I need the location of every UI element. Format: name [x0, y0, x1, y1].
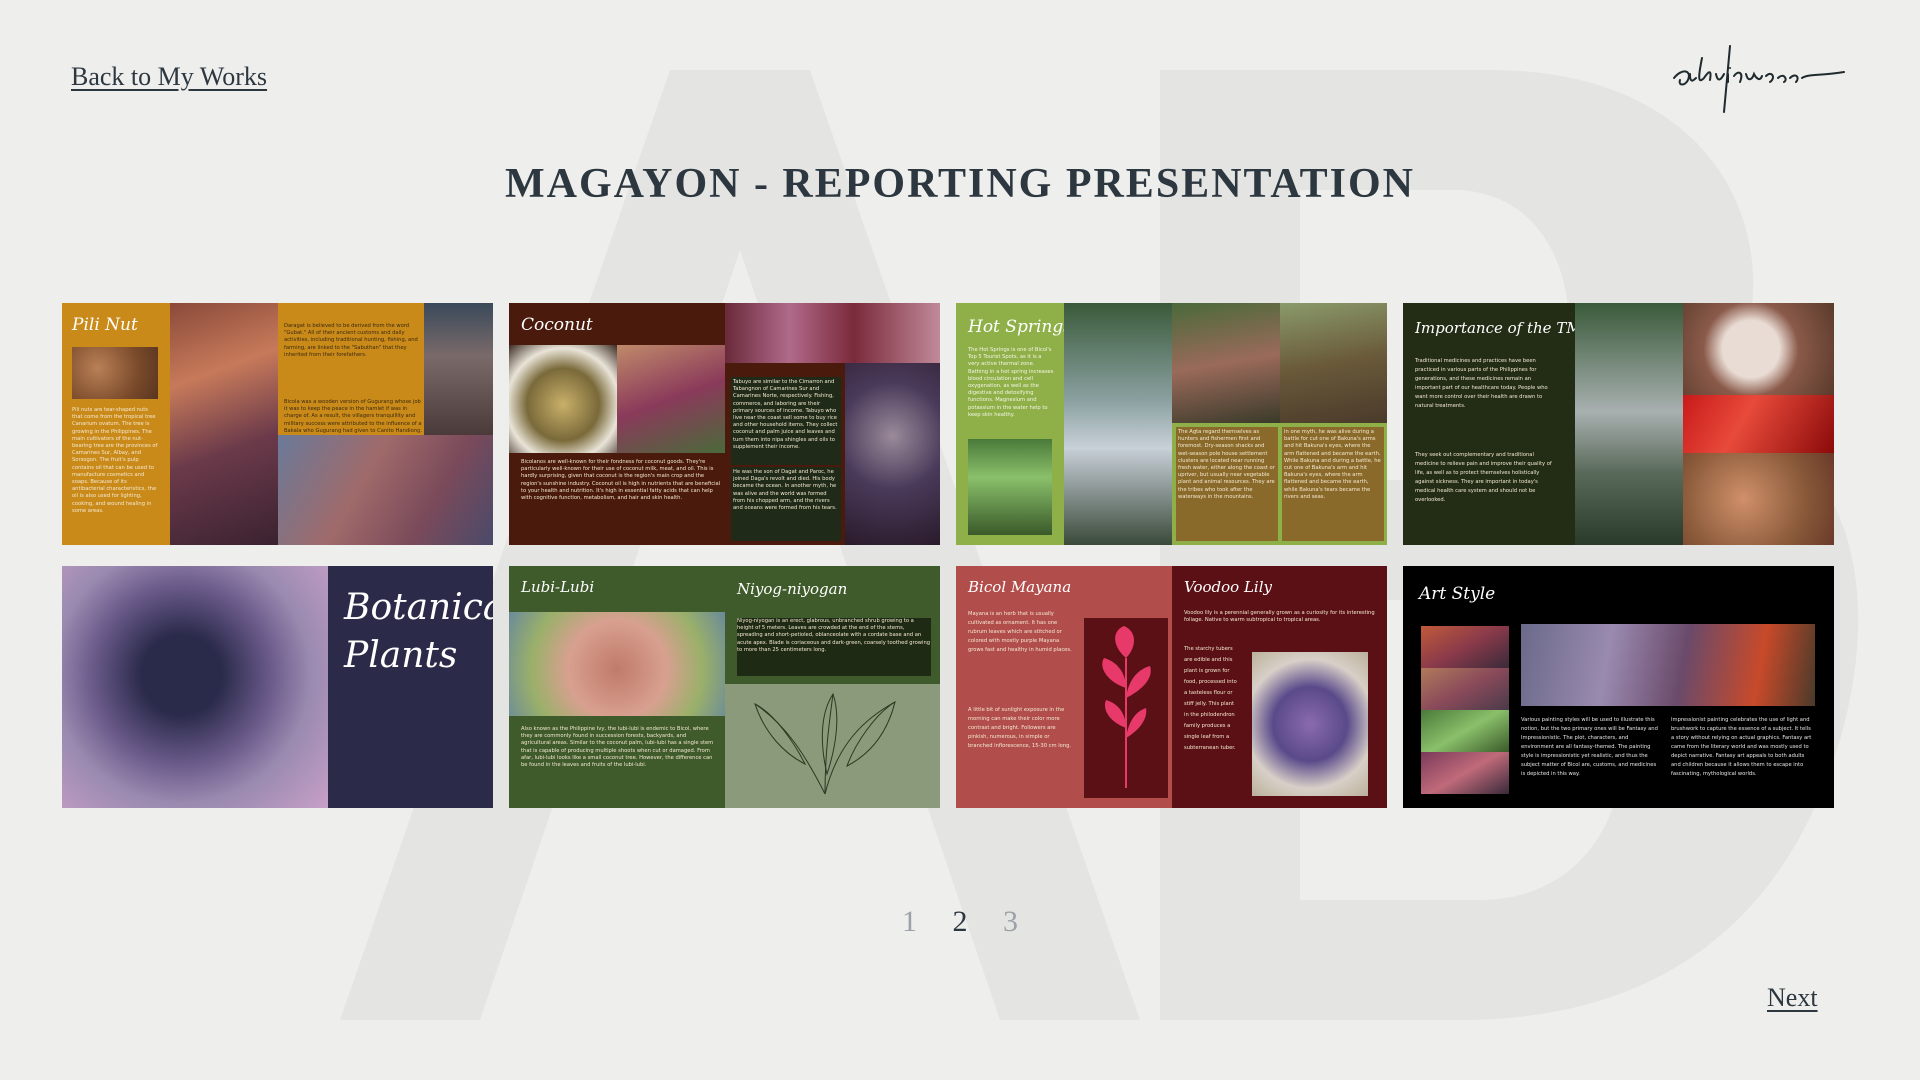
page-1-link[interactable]: 1	[902, 905, 917, 939]
slide-paragraph: The Hot Springs is one of Bicol's Top 5 …	[968, 347, 1054, 418]
deity-painting-image	[845, 363, 940, 545]
slide-paragraph: Tabuyo are similar to the Cimarron and T…	[731, 377, 841, 465]
market-painting-image	[170, 303, 278, 545]
god-painting-image	[1280, 303, 1387, 423]
slide-art-style[interactable]: Art Style Various painting styles will b…	[1403, 566, 1834, 808]
slide-paragraph: Various painting styles will be used to …	[1521, 717, 1658, 777]
slide-title: Lubi-Lubi	[521, 578, 595, 596]
art-thumbnail-3	[1421, 710, 1509, 752]
slide-importance-of-tmps[interactable]: Importance of the TMPs Traditional medic…	[1403, 303, 1834, 545]
slide-title: Hot Springs	[968, 317, 1072, 337]
art-thumbnail-2	[1421, 668, 1509, 710]
slide-paragraph: Also known as the Philippine Ivy, the lu…	[521, 726, 714, 769]
waterfall-painting-image	[1064, 303, 1172, 545]
slide-paragraph: Traditional medicines and practices have…	[1415, 358, 1548, 409]
slide-title: Bicol Mayana	[968, 578, 1072, 596]
slide-paragraph: Niyog-niyogan is an erect, glabrous, unb…	[737, 618, 931, 676]
slide-title: Art Style	[1419, 584, 1496, 604]
slide-gallery: Pili Nut Pili nuts are tear-shaped nuts …	[62, 303, 1834, 808]
dragon-painting-image	[1521, 624, 1815, 706]
river-painting-image	[1575, 303, 1683, 545]
flower-drawing-image	[509, 612, 725, 716]
coconut-oil-image	[509, 345, 617, 453]
slide-paragraph: Mayana is an herb that is usually cultiv…	[968, 611, 1072, 653]
slide-paragraph: He was the son of Dagat and Paroc, he jo…	[731, 467, 841, 541]
slide-title: Pili Nut	[72, 315, 138, 335]
slide-paragraph: Pili nuts are tear-shaped nuts that come…	[72, 407, 158, 514]
voodoo-lily-panel: Voodoo Lily Voodoo lily is a perennial g…	[1172, 566, 1387, 808]
maiden-painting-image	[1172, 303, 1280, 423]
next-link[interactable]: Next	[1767, 983, 1818, 1013]
slide-paragraph: A little bit of sunlight exposure in the…	[968, 707, 1072, 749]
back-to-my-works-link[interactable]: Back to My Works	[71, 62, 267, 92]
adrianne-signature-logo	[1673, 45, 1845, 113]
slide-title: Coconut	[521, 315, 593, 335]
warrior-painting-image	[424, 303, 493, 435]
slide-title: Importance of the TMPs	[1415, 319, 1600, 337]
slide-paragraph: The Agta regard themselves as hunters an…	[1176, 427, 1278, 541]
slide-pili-nut[interactable]: Pili Nut Pili nuts are tear-shaped nuts …	[62, 303, 493, 545]
slide-coconut[interactable]: Coconut Bicolanos are well-known for the…	[509, 303, 940, 545]
slide-paragraph: The starchy tubers are edible and this p…	[1184, 646, 1237, 751]
hot-spring-house-image	[968, 439, 1052, 535]
page-3-link[interactable]: 3	[1003, 905, 1018, 939]
slide-paragraph: In one myth, he was alive during a battl…	[1282, 427, 1384, 541]
slide-lubi-lubi[interactable]: Lubi-Lubi Also known as the Philippine I…	[509, 566, 940, 808]
pili-nut-image	[72, 347, 158, 399]
slide-hot-springs[interactable]: Hot Springs The Hot Springs is one of Bi…	[956, 303, 1387, 545]
art-thumbnail-4	[1421, 752, 1509, 794]
slide-paragraph: Voodoo lily is a perennial generally gro…	[1184, 610, 1375, 624]
voodoo-lily-image	[1252, 652, 1368, 796]
people-painting-image	[278, 435, 493, 545]
leaf-sketch-image	[725, 684, 940, 808]
page-2-link[interactable]: 2	[953, 905, 968, 939]
mayana-plant-image	[1084, 618, 1168, 798]
slide-title: Botanical Plants	[344, 587, 493, 676]
coconut-image	[1683, 303, 1834, 395]
slide-subtitle: Voodoo Lily	[1184, 578, 1272, 596]
slide-subtitle: Niyog-niyogan	[737, 580, 848, 598]
slide-bicol-mayana[interactable]: Bicol Mayana Mayana is an herb that is u…	[956, 566, 1387, 808]
pagination: 1 2 3	[0, 905, 1920, 939]
slide-paragraph: Daragat is believed to be derived from t…	[284, 323, 418, 358]
slide-paragraph: Impressionist painting celebrates the us…	[1671, 717, 1812, 777]
crowd-painting-image	[725, 303, 940, 363]
slide-botanical-plants[interactable]: Botanical Plants	[62, 566, 493, 808]
slide-paragraph: Bicolanos are well-known for their fondn…	[521, 459, 721, 502]
pili-nuts-image	[1683, 453, 1834, 545]
chili-image	[1683, 395, 1834, 453]
village-painting-image	[617, 345, 725, 453]
art-thumbnail-1	[1421, 626, 1509, 668]
slide-paragraph: They seek out complementary and traditio…	[1415, 452, 1552, 503]
page-title: MAGAYON - REPORTING PRESENTATION	[505, 161, 1415, 207]
dark-flower-painting-image	[62, 566, 328, 808]
